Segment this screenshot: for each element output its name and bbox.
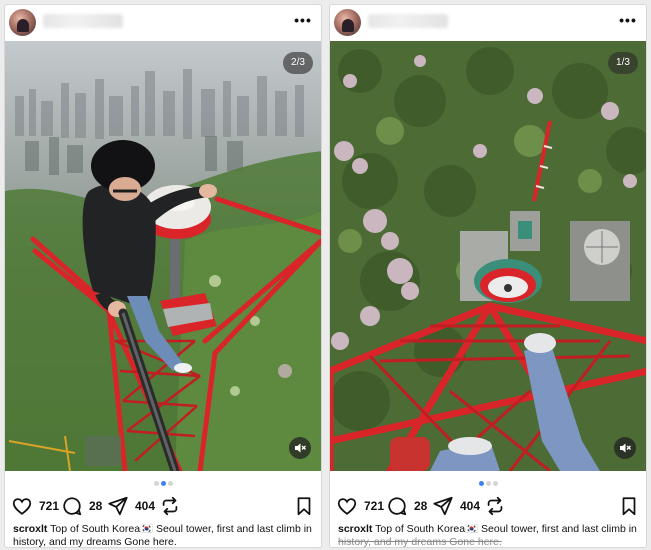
like-button[interactable]: 721 [336,495,384,517]
post-image[interactable]: 2/3 [5,41,321,471]
comment-button[interactable]: 28 [386,495,427,517]
avatar[interactable] [9,9,36,36]
like-count: 721 [364,499,385,513]
carousel-dot[interactable] [485,481,491,486]
caption-username[interactable]: scroxlt [13,523,47,535]
post-caption: scroxlt Top of South Korea🇰🇷 Seoul tower… [13,523,315,548]
comment-icon [63,497,82,516]
post-header: ••• [5,5,321,43]
heart-icon [337,498,357,515]
username-blurred[interactable] [43,14,123,28]
repost-icon [162,496,178,516]
save-button[interactable] [618,495,640,517]
heart-icon [12,498,32,515]
comment-count: 28 [89,499,103,513]
send-icon [108,496,128,516]
more-options-button[interactable]: ••• [616,11,640,33]
more-icon: ••• [294,12,312,28]
mute-button[interactable] [289,437,311,459]
climber-on-tower-photo [5,41,321,471]
share-count: 404 [460,499,481,513]
carousel-dot[interactable] [167,481,173,486]
post-image[interactable]: 1/3 [330,41,646,471]
more-icon: ••• [619,12,637,28]
save-button[interactable] [293,495,315,517]
carousel-dots [5,481,321,487]
repost-button[interactable] [159,495,181,517]
repost-icon [487,496,503,516]
speaker-muted-icon [620,443,631,453]
post-header: ••• [330,5,646,43]
caption-text: Top of South Korea🇰🇷 Seoul tower, first … [372,523,637,535]
carousel-dots [330,481,646,487]
aerial-tower-view-photo [330,41,646,471]
bookmark-icon [622,497,636,516]
share-button[interactable]: 404 [432,495,480,517]
caption-text: Top of South Korea🇰🇷 Seoul tower, first … [47,523,312,535]
bookmark-icon [297,497,311,516]
post-actions-bar: 721 28 404 [330,493,646,519]
carousel-dot[interactable] [492,481,498,486]
carousel-dot-active[interactable] [478,481,484,486]
post-card-left: ••• 2/3 721 28 404 scroxlt Top of South … [4,4,322,548]
mute-button[interactable] [614,437,636,459]
carousel-dot-active[interactable] [160,481,166,486]
comment-button[interactable]: 28 [61,495,102,517]
like-count: 721 [39,499,60,513]
post-caption: scroxlt Top of South Korea🇰🇷 Seoul tower… [338,523,640,548]
speaker-muted-icon [295,443,306,453]
send-icon [433,496,453,516]
more-options-button[interactable]: ••• [291,11,315,33]
post-card-right: ••• 1/3 721 28 404 scroxlt Top of South … [329,4,647,548]
carousel-counter-badge: 1/3 [608,52,638,74]
carousel-counter-badge: 2/3 [283,52,313,74]
caption-username[interactable]: scroxlt [338,523,372,535]
caption-text-line2: history, and my dreams Gone here. [338,536,502,548]
comment-icon [388,497,407,516]
repost-button[interactable] [484,495,506,517]
comment-count: 28 [414,499,428,513]
avatar[interactable] [334,9,361,36]
carousel-dot[interactable] [153,481,159,486]
username-blurred[interactable] [368,14,448,28]
share-count: 404 [135,499,156,513]
caption-text-line2: history, and my dreams Gone here. [13,536,177,548]
like-button[interactable]: 721 [11,495,59,517]
share-button[interactable]: 404 [107,495,155,517]
post-actions-bar: 721 28 404 [5,493,321,519]
